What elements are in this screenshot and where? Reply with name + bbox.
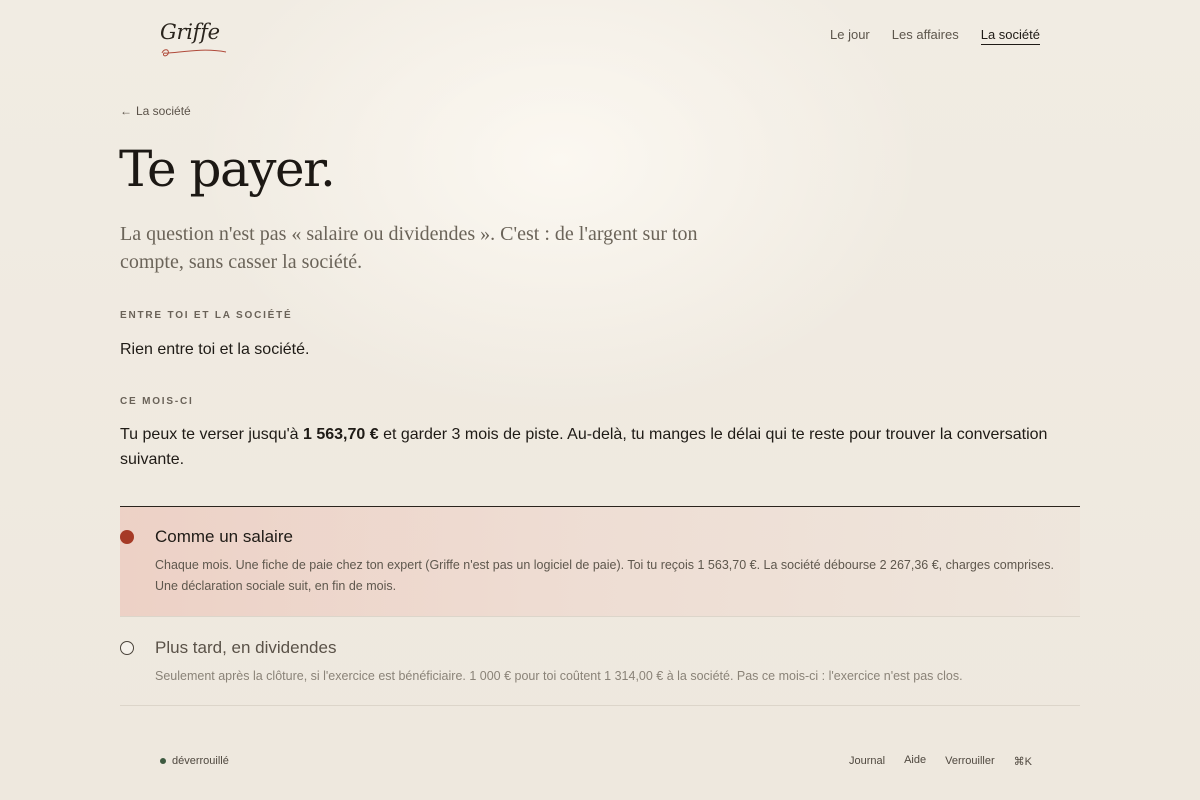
- option-description: Chaque mois. Une fiche de paie chez ton …: [155, 558, 1054, 593]
- lock-status: déverrouillé: [160, 755, 229, 767]
- page-lead: La question n'est pas « salaire ou divid…: [120, 223, 698, 273]
- nav-item-le-jour[interactable]: Le jour: [830, 27, 870, 45]
- lock-status-label: déverrouillé: [172, 755, 229, 767]
- month-text: Tu peux te verser jusqu'à 1 563,70 € et …: [120, 422, 1060, 472]
- radio-selected-icon[interactable]: [120, 530, 134, 544]
- arrow-left-icon: ←: [120, 104, 132, 118]
- month-eyebrow: CE MOIS-CI: [120, 396, 194, 407]
- footer-link-journal[interactable]: Journal: [849, 755, 885, 768]
- logo-flourish-icon: [161, 49, 227, 57]
- month-amount: 1 563,70 €: [303, 426, 379, 443]
- footer-links: Journal Aide Verrouiller ⌘K: [849, 754, 1032, 768]
- payment-options: Comme un salaire Chaque mois. Une fiche …: [120, 506, 1080, 706]
- nav-item-les-affaires[interactable]: Les affaires: [892, 27, 959, 45]
- radio-unselected-icon[interactable]: [120, 641, 134, 655]
- footer-link-aide[interactable]: Aide: [904, 754, 926, 767]
- between-eyebrow: ENTRE TOI ET LA SOCIÉTÉ: [120, 310, 293, 321]
- nav-item-la-societe[interactable]: La société: [980, 27, 1040, 45]
- option-title: Plus tard, en dividendes: [155, 638, 337, 657]
- command-palette-shortcut[interactable]: ⌘K: [1014, 755, 1032, 768]
- option-salary[interactable]: Comme un salaire Chaque mois. Une fiche …: [120, 507, 1080, 617]
- logo[interactable]: Griffe: [160, 20, 220, 44]
- back-link-label: La société: [136, 104, 191, 118]
- page: Griffe Le jour Les affaires La société ←…: [0, 0, 1200, 800]
- between-text: Rien entre toi et la société.: [120, 341, 310, 358]
- option-title: Comme un salaire: [155, 527, 293, 546]
- page-title: Te payer.: [119, 140, 336, 198]
- option-dividends[interactable]: Plus tard, en dividendes Seulement après…: [120, 617, 1080, 706]
- month-text-before: Tu peux te verser jusqu'à: [120, 426, 303, 443]
- status-dot-icon: [160, 758, 166, 764]
- option-description: Seulement après la clôture, si l'exercic…: [155, 669, 963, 683]
- main-nav: Le jour Les affaires La société: [830, 27, 1040, 45]
- footer-link-verrouiller[interactable]: Verrouiller: [945, 755, 995, 768]
- back-link[interactable]: ← La société: [120, 104, 191, 118]
